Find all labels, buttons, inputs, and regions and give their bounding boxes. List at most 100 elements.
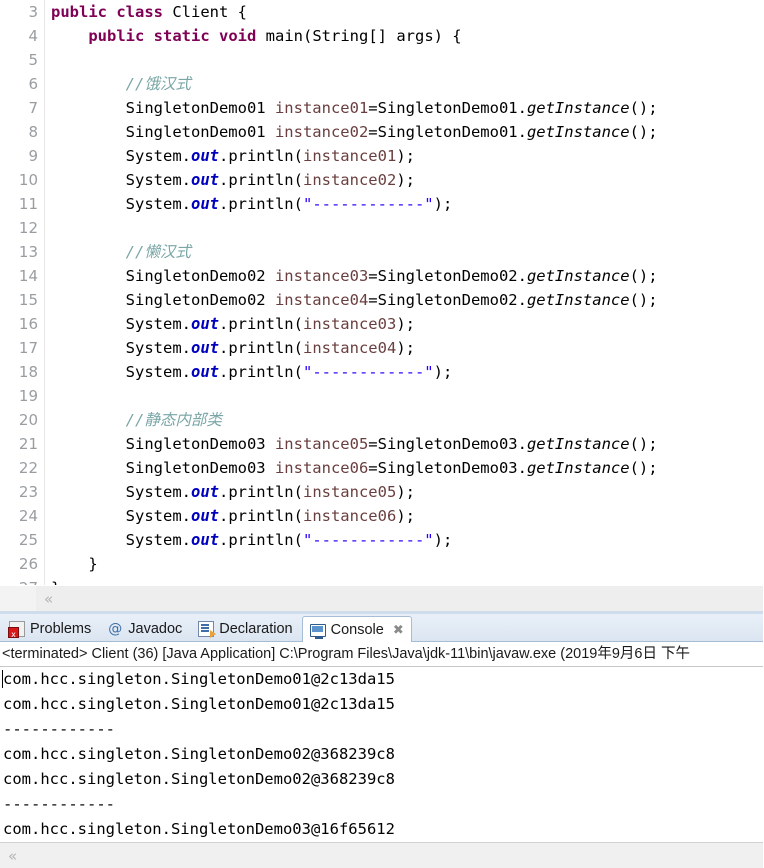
code-line-text[interactable]: //静态内部类 [45, 408, 222, 432]
console-output[interactable]: com.hcc.singleton.SingletonDemo01@2c13da… [0, 666, 764, 842]
code-token-plain: (); [629, 123, 658, 141]
editor-horizontal-scroll-track[interactable]: « [36, 586, 764, 612]
line-number: 26 [0, 552, 44, 576]
code-token-plain: SingletonDemo01 [51, 123, 275, 141]
editor-bottom-strip: « [0, 585, 764, 612]
code-line-text[interactable]: System.out.println("------------"); [45, 528, 453, 552]
tab-console[interactable]: Console ✖ [301, 616, 412, 643]
code-line[interactable]: 21 SingletonDemo03 instance05=SingletonD… [0, 432, 764, 456]
code-line-text[interactable]: SingletonDemo03 instance05=SingletonDemo… [45, 432, 658, 456]
code-line[interactable]: 16 System.out.println(instance03); [0, 312, 764, 336]
code-line[interactable]: 26 } [0, 552, 764, 576]
chevron-left-icon-bottom[interactable]: « [8, 847, 17, 865]
code-token-plain: SingletonDemo01 [51, 99, 275, 117]
code-line[interactable]: 14 SingletonDemo02 instance03=SingletonD… [0, 264, 764, 288]
code-token-plain: (); [629, 459, 658, 477]
console-output-line: com.hcc.singleton.SingletonDemo01@2c13da… [3, 670, 395, 688]
code-line-text[interactable]: System.out.println(instance03); [45, 312, 415, 336]
code-line[interactable]: 4 public static void main(String[] args)… [0, 24, 764, 48]
code-line[interactable]: 9 System.out.println(instance01); [0, 144, 764, 168]
code-token-plain: =SingletonDemo01. [368, 123, 527, 141]
code-line[interactable]: 20 //静态内部类 [0, 408, 764, 432]
code-line[interactable]: 5 [0, 48, 764, 72]
console-terminated-status: <terminated> Client (36) [Java Applicati… [0, 642, 764, 666]
code-line[interactable]: 3 public class Client { [0, 0, 764, 24]
code-line-text[interactable]: System.out.println("------------"); [45, 192, 453, 216]
code-token-field: out [190, 363, 219, 381]
code-line[interactable]: 12 [0, 216, 764, 240]
code-line[interactable]: 25 System.out.println("------------"); [0, 528, 764, 552]
code-token-static-m: getInstance [526, 459, 630, 477]
view-tab-bar[interactable]: Problems @ Javadoc Declaration Console ✖ [0, 614, 764, 643]
code-line-text[interactable]: //懒汉式 [45, 240, 191, 264]
code-line[interactable]: 13 //懒汉式 [0, 240, 764, 264]
code-token-field: out [190, 531, 219, 549]
chevron-left-icon[interactable]: « [44, 590, 53, 608]
code-line[interactable]: 11 System.out.println("------------"); [0, 192, 764, 216]
code-token-plain: .println( [218, 507, 303, 525]
code-line[interactable]: 18 System.out.println("------------"); [0, 360, 764, 384]
code-token-plain: .println( [218, 339, 303, 357]
code-token-plain: (); [629, 99, 658, 117]
code-line[interactable]: 24 System.out.println(instance06); [0, 504, 764, 528]
code-line[interactable]: 10 System.out.println(instance02); [0, 168, 764, 192]
problems-icon [8, 621, 25, 640]
code-line-text[interactable]: System.out.println(instance05); [45, 480, 415, 504]
code-token-plain: } [51, 555, 98, 573]
code-line[interactable]: 15 SingletonDemo02 instance04=SingletonD… [0, 288, 764, 312]
code-token-plain: SingletonDemo02 [51, 291, 275, 309]
code-token-plain: .println( [218, 363, 303, 381]
console-output-lines: com.hcc.singleton.SingletonDemo01@2c13da… [0, 667, 764, 842]
code-line-text[interactable]: SingletonDemo02 instance04=SingletonDemo… [45, 288, 658, 312]
code-token-plain: =SingletonDemo01. [368, 99, 527, 117]
line-number: 12 [0, 216, 44, 240]
code-line[interactable]: 27} [0, 576, 764, 585]
code-line-text[interactable]: System.out.println(instance04); [45, 336, 415, 360]
code-line-text[interactable]: SingletonDemo03 instance06=SingletonDemo… [45, 456, 658, 480]
code-token-plain: (); [629, 435, 658, 453]
code-line-text[interactable]: System.out.println("------------"); [45, 360, 453, 384]
code-line-text[interactable]: System.out.println(instance06); [45, 504, 415, 528]
code-line[interactable]: 7 SingletonDemo01 instance01=SingletonDe… [0, 96, 764, 120]
tab-declaration[interactable]: Declaration [191, 616, 299, 642]
code-line-text[interactable]: public static void main(String[] args) { [45, 24, 461, 48]
line-number: 23 [0, 480, 44, 504]
code-line-text[interactable]: //饿汉式 [45, 72, 191, 96]
code-line[interactable]: 23 System.out.println(instance05); [0, 480, 764, 504]
tab-label: Console [330, 621, 384, 638]
code-line[interactable]: 17 System.out.println(instance04); [0, 336, 764, 360]
tab-javadoc[interactable]: @ Javadoc [100, 616, 189, 642]
code-token-plain: System. [51, 147, 191, 165]
code-token-cmt: //静态内部类 [125, 411, 222, 429]
line-number: 8 [0, 120, 44, 144]
code-line[interactable]: 8 SingletonDemo01 instance02=SingletonDe… [0, 120, 764, 144]
code-line-text[interactable]: public class Client { [45, 0, 247, 24]
code-line-text[interactable]: SingletonDemo01 instance01=SingletonDemo… [45, 96, 658, 120]
code-line-text[interactable]: SingletonDemo02 instance03=SingletonDemo… [45, 264, 658, 288]
code-token-kw: public [51, 3, 107, 21]
line-number: 19 [0, 384, 44, 408]
code-line-text[interactable]: } [45, 576, 60, 585]
code-line-text[interactable]: System.out.println(instance02); [45, 168, 415, 192]
code-area[interactable]: 3 public class Client {4 public static vo… [0, 0, 764, 585]
console-output-line: com.hcc.singleton.SingletonDemo03@16f656… [3, 820, 395, 838]
line-number: 13 [0, 240, 44, 264]
code-token-plain: ); [396, 339, 415, 357]
eclipse-ide-window: 3 public class Client {4 public static vo… [0, 0, 764, 868]
code-token-kw: class [116, 3, 164, 21]
code-line-text[interactable]: System.out.println(instance01); [45, 144, 415, 168]
code-line-text[interactable]: } [45, 552, 98, 576]
close-icon[interactable]: ✖ [393, 622, 404, 638]
code-line[interactable]: 22 SingletonDemo03 instance06=SingletonD… [0, 456, 764, 480]
code-token-cmt: //饿汉式 [125, 75, 191, 93]
code-line-text[interactable]: SingletonDemo01 instance02=SingletonDemo… [45, 120, 658, 144]
line-number: 9 [0, 144, 44, 168]
java-code-editor[interactable]: 3 public class Client {4 public static vo… [0, 0, 764, 585]
code-line[interactable]: 6 //饿汉式 [0, 72, 764, 96]
line-number: 16 [0, 312, 44, 336]
code-line[interactable]: 19 [0, 384, 764, 408]
tab-problems[interactable]: Problems [2, 616, 98, 642]
